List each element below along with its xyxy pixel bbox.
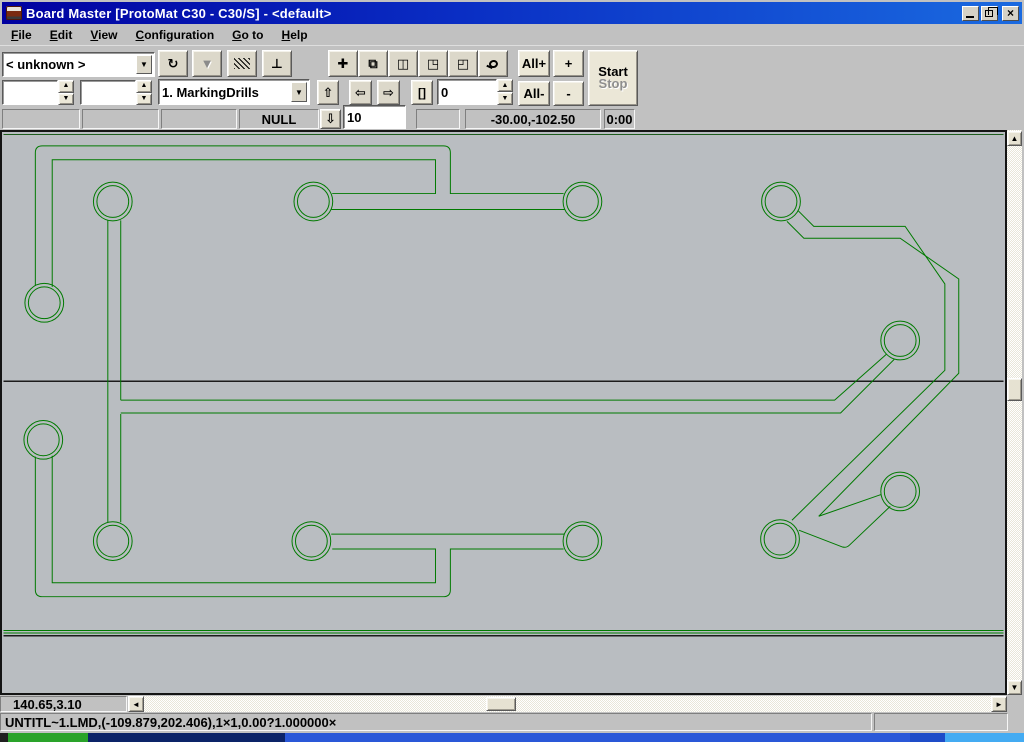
taskbar-segment[interactable] — [88, 733, 285, 742]
taskbar-segment[interactable] — [910, 733, 945, 742]
menu-item-help[interactable]: Help — [273, 26, 317, 44]
bracket-button[interactable]: [] — [411, 80, 433, 105]
move-selection-button[interactable]: ✚ — [328, 50, 358, 77]
menu-item-file[interactable]: File — [2, 26, 41, 44]
scroll-up-button[interactable]: ▲ — [1007, 131, 1022, 146]
phase-select[interactable]: 1. MarkingDrills ▼ — [158, 79, 310, 105]
status-panel-2 — [82, 109, 159, 129]
count-field[interactable]: 0 — [437, 79, 497, 105]
minus-button[interactable]: - — [553, 81, 584, 106]
hatch-icon — [234, 58, 250, 69]
duplicate-button[interactable]: ◫ — [388, 50, 418, 77]
duplicate-icon: ◫ — [397, 58, 409, 70]
insert-down-icon: ▼ — [201, 58, 214, 70]
head-position-readout: -30.00,-102.50 — [465, 109, 601, 129]
spin-up-icon[interactable]: ▲ — [58, 80, 74, 93]
menu-item-go-to[interactable]: Go to — [223, 26, 272, 44]
chevron-down-icon[interactable]: ▼ — [136, 55, 152, 74]
jog-down-button[interactable]: ⇩ — [320, 109, 341, 129]
taskbar-segment[interactable] — [0, 733, 8, 742]
tool-down-button[interactable]: ⊥ — [262, 50, 292, 77]
tool-select[interactable]: < unknown > ▼ — [2, 52, 155, 77]
spin-down-icon[interactable]: ▼ — [58, 93, 74, 106]
feed-field[interactable]: 10 — [343, 105, 406, 129]
scroll-down-button[interactable]: ▼ — [1007, 680, 1022, 695]
jog-up-button[interactable]: ⇧ — [317, 80, 339, 105]
copy-window-button[interactable]: ◳ — [418, 50, 448, 77]
pcb-traces — [2, 132, 1005, 693]
window-title: Board Master [ProtoMat C30 - C30/S] - <d… — [26, 6, 960, 21]
magnifier-icon — [488, 59, 498, 69]
vertical-scrollbar[interactable]: ▲ ▼ — [1007, 130, 1022, 695]
restore-icon — [985, 10, 993, 17]
y-step-field[interactable] — [80, 80, 136, 105]
insert-down-button[interactable]: ▼ — [192, 50, 222, 77]
menu-bar: FileEditViewConfigurationGo toHelp — [2, 24, 1022, 45]
stop-label: Stop — [599, 78, 628, 90]
minimize-button[interactable] — [962, 6, 979, 21]
x-step-field[interactable] — [2, 80, 58, 105]
vertical-scroll-thumb[interactable] — [1007, 378, 1022, 401]
copy-window-icon: ◳ — [427, 58, 439, 70]
all-minus-button[interactable]: All- — [518, 81, 550, 106]
status-panel-1 — [2, 109, 80, 129]
taskbar-segment[interactable] — [8, 733, 88, 742]
rotate-tool-icon: ↻ — [168, 58, 179, 70]
close-icon: × — [1007, 7, 1014, 19]
status-panel-right — [874, 713, 1008, 731]
status-panel-4 — [416, 109, 460, 129]
rubout-area-button[interactable] — [227, 50, 257, 77]
job-status-text: UNTITL~1.LMD,(-109.879,202.406),1×1,0.00… — [0, 713, 872, 731]
jog-right-button[interactable]: ⇨ — [377, 80, 400, 105]
menu-item-configuration[interactable]: Configuration — [127, 26, 224, 44]
scroll-right-button[interactable]: ► — [991, 696, 1007, 712]
jog-left-button[interactable]: ⇦ — [349, 80, 372, 105]
horizontal-scroll-track[interactable] — [144, 696, 991, 712]
app-icon — [6, 6, 22, 20]
restore-button[interactable] — [981, 6, 998, 21]
job-time-readout: 0:00 — [604, 109, 635, 129]
board-master-window: Board Master [ProtoMat C30 - C30/S] - <d… — [0, 0, 1024, 742]
taskbar-segment[interactable] — [945, 733, 1024, 742]
close-button[interactable]: × — [1002, 6, 1019, 21]
spin-up-icon[interactable]: ▲ — [497, 79, 513, 92]
zoom-button[interactable] — [478, 50, 508, 77]
plus-button[interactable]: + — [553, 50, 584, 77]
chevron-down-icon[interactable]: ▼ — [291, 82, 307, 102]
title-bar: Board Master [ProtoMat C30 - C30/S] - <d… — [2, 2, 1022, 24]
scroll-left-button[interactable]: ◄ — [128, 696, 144, 712]
status-bar: UNTITL~1.LMD,(-109.879,202.406),1×1,0.00… — [0, 713, 1024, 732]
menu-item-edit[interactable]: Edit — [41, 26, 82, 44]
taskbar-segment[interactable] — [285, 733, 910, 742]
rotate-tool-button[interactable]: ↻ — [158, 50, 188, 77]
all-plus-button[interactable]: All+ — [518, 50, 550, 77]
status-panel-3 — [161, 109, 237, 129]
spin-up-icon[interactable]: ▲ — [136, 80, 152, 93]
spin-down-icon[interactable]: ▼ — [497, 92, 513, 105]
tool-status-panel: NULL — [239, 109, 319, 129]
taskbar-edge[interactable] — [0, 733, 1024, 742]
paste-window-button[interactable]: ◰ — [448, 50, 478, 77]
move-selection-icon: ✚ — [338, 58, 349, 70]
phase-select-value: 1. MarkingDrills — [162, 85, 259, 100]
toolbar: < unknown > ▼ ↻ ▼ ⊥ ✚ ⧉ ◫ ◳ ◰ All+ + All- - Sta… — [0, 45, 1024, 130]
horizontal-scrollbar-row: 140.65,3.10 ◄ ► — [0, 696, 1024, 712]
minimize-icon — [966, 16, 974, 18]
pcb-workspace[interactable] — [0, 130, 1007, 695]
tool-select-value: < unknown > — [6, 57, 85, 72]
tool-down-icon: ⊥ — [271, 58, 283, 70]
count-spinner[interactable]: ▲ ▼ — [497, 79, 513, 105]
cursor-coordinate-readout: 140.65,3.10 — [0, 696, 127, 712]
start-stop-button[interactable]: Start Stop — [588, 50, 638, 106]
select-area-button[interactable]: ⧉ — [358, 50, 388, 77]
select-area-icon: ⧉ — [368, 58, 377, 70]
menu-item-view[interactable]: View — [81, 26, 126, 44]
y-step-spinner[interactable]: ▲ ▼ — [136, 80, 152, 105]
paste-window-icon: ◰ — [457, 58, 469, 70]
horizontal-scroll-thumb[interactable] — [486, 697, 516, 711]
spin-down-icon[interactable]: ▼ — [136, 93, 152, 106]
x-step-spinner[interactable]: ▲ ▼ — [58, 80, 74, 105]
